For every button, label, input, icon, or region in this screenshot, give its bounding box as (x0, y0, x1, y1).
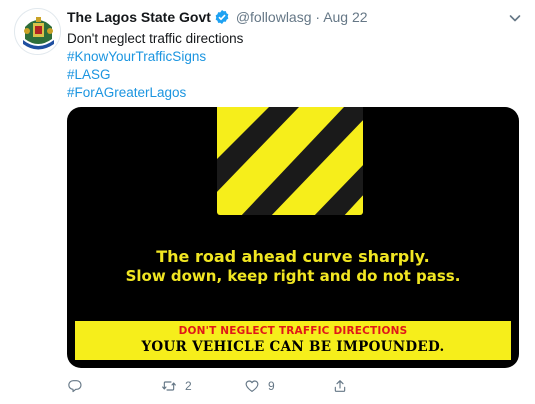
curve-warning-sign (214, 107, 366, 218)
hashtag-link[interactable]: #LASG (67, 66, 111, 84)
retweet-button[interactable]: 2 (161, 377, 192, 395)
retweet-icon (162, 381, 176, 391)
tweet-image[interactable]: The road ahead curve sharply. Slow down,… (67, 107, 519, 368)
reply-button[interactable] (67, 377, 91, 395)
reply-icon (68, 380, 82, 393)
hashtag-link[interactable]: #ForAGreaterLagos (67, 84, 186, 102)
like-count: 9 (268, 379, 275, 393)
avatar[interactable] (14, 8, 61, 55)
hashtag-link[interactable]: #KnowYourTrafficSigns (67, 48, 206, 66)
warning-band-bottom-text: YOUR VEHICLE CAN BE IMPOUNDED. (141, 339, 445, 355)
tweet-actions: 2 9 (67, 377, 487, 397)
author-handle[interactable]: @followlasg (236, 9, 312, 25)
share-icon (334, 380, 346, 392)
verified-badge-icon (214, 9, 230, 25)
warning-band-top-text: DON'T NEGLECT TRAFFIC DIRECTIONS (178, 325, 408, 337)
sign-caption-line-1: The road ahead curve sharply. (156, 247, 430, 266)
warning-band: DON'T NEGLECT TRAFFIC DIRECTIONS YOUR VE… (75, 321, 511, 360)
tweet-date[interactable]: Aug 22 (323, 9, 367, 25)
like-icon (245, 380, 259, 392)
tweet-header: The Lagos State Govt @followlasg · Aug 2… (67, 9, 535, 29)
retweet-count: 2 (185, 379, 192, 393)
author-name[interactable]: The Lagos State Govt (67, 9, 211, 25)
tweet-text: Don't neglect traffic directions (67, 31, 244, 46)
chevron-down-icon[interactable] (507, 10, 523, 26)
meta-separator: · (315, 9, 321, 25)
share-button[interactable] (332, 377, 356, 395)
lagos-crest-icon (15, 9, 60, 54)
sign-caption-line-2: Slow down, keep right and do not pass. (125, 267, 461, 285)
like-button[interactable]: 9 (244, 377, 275, 395)
